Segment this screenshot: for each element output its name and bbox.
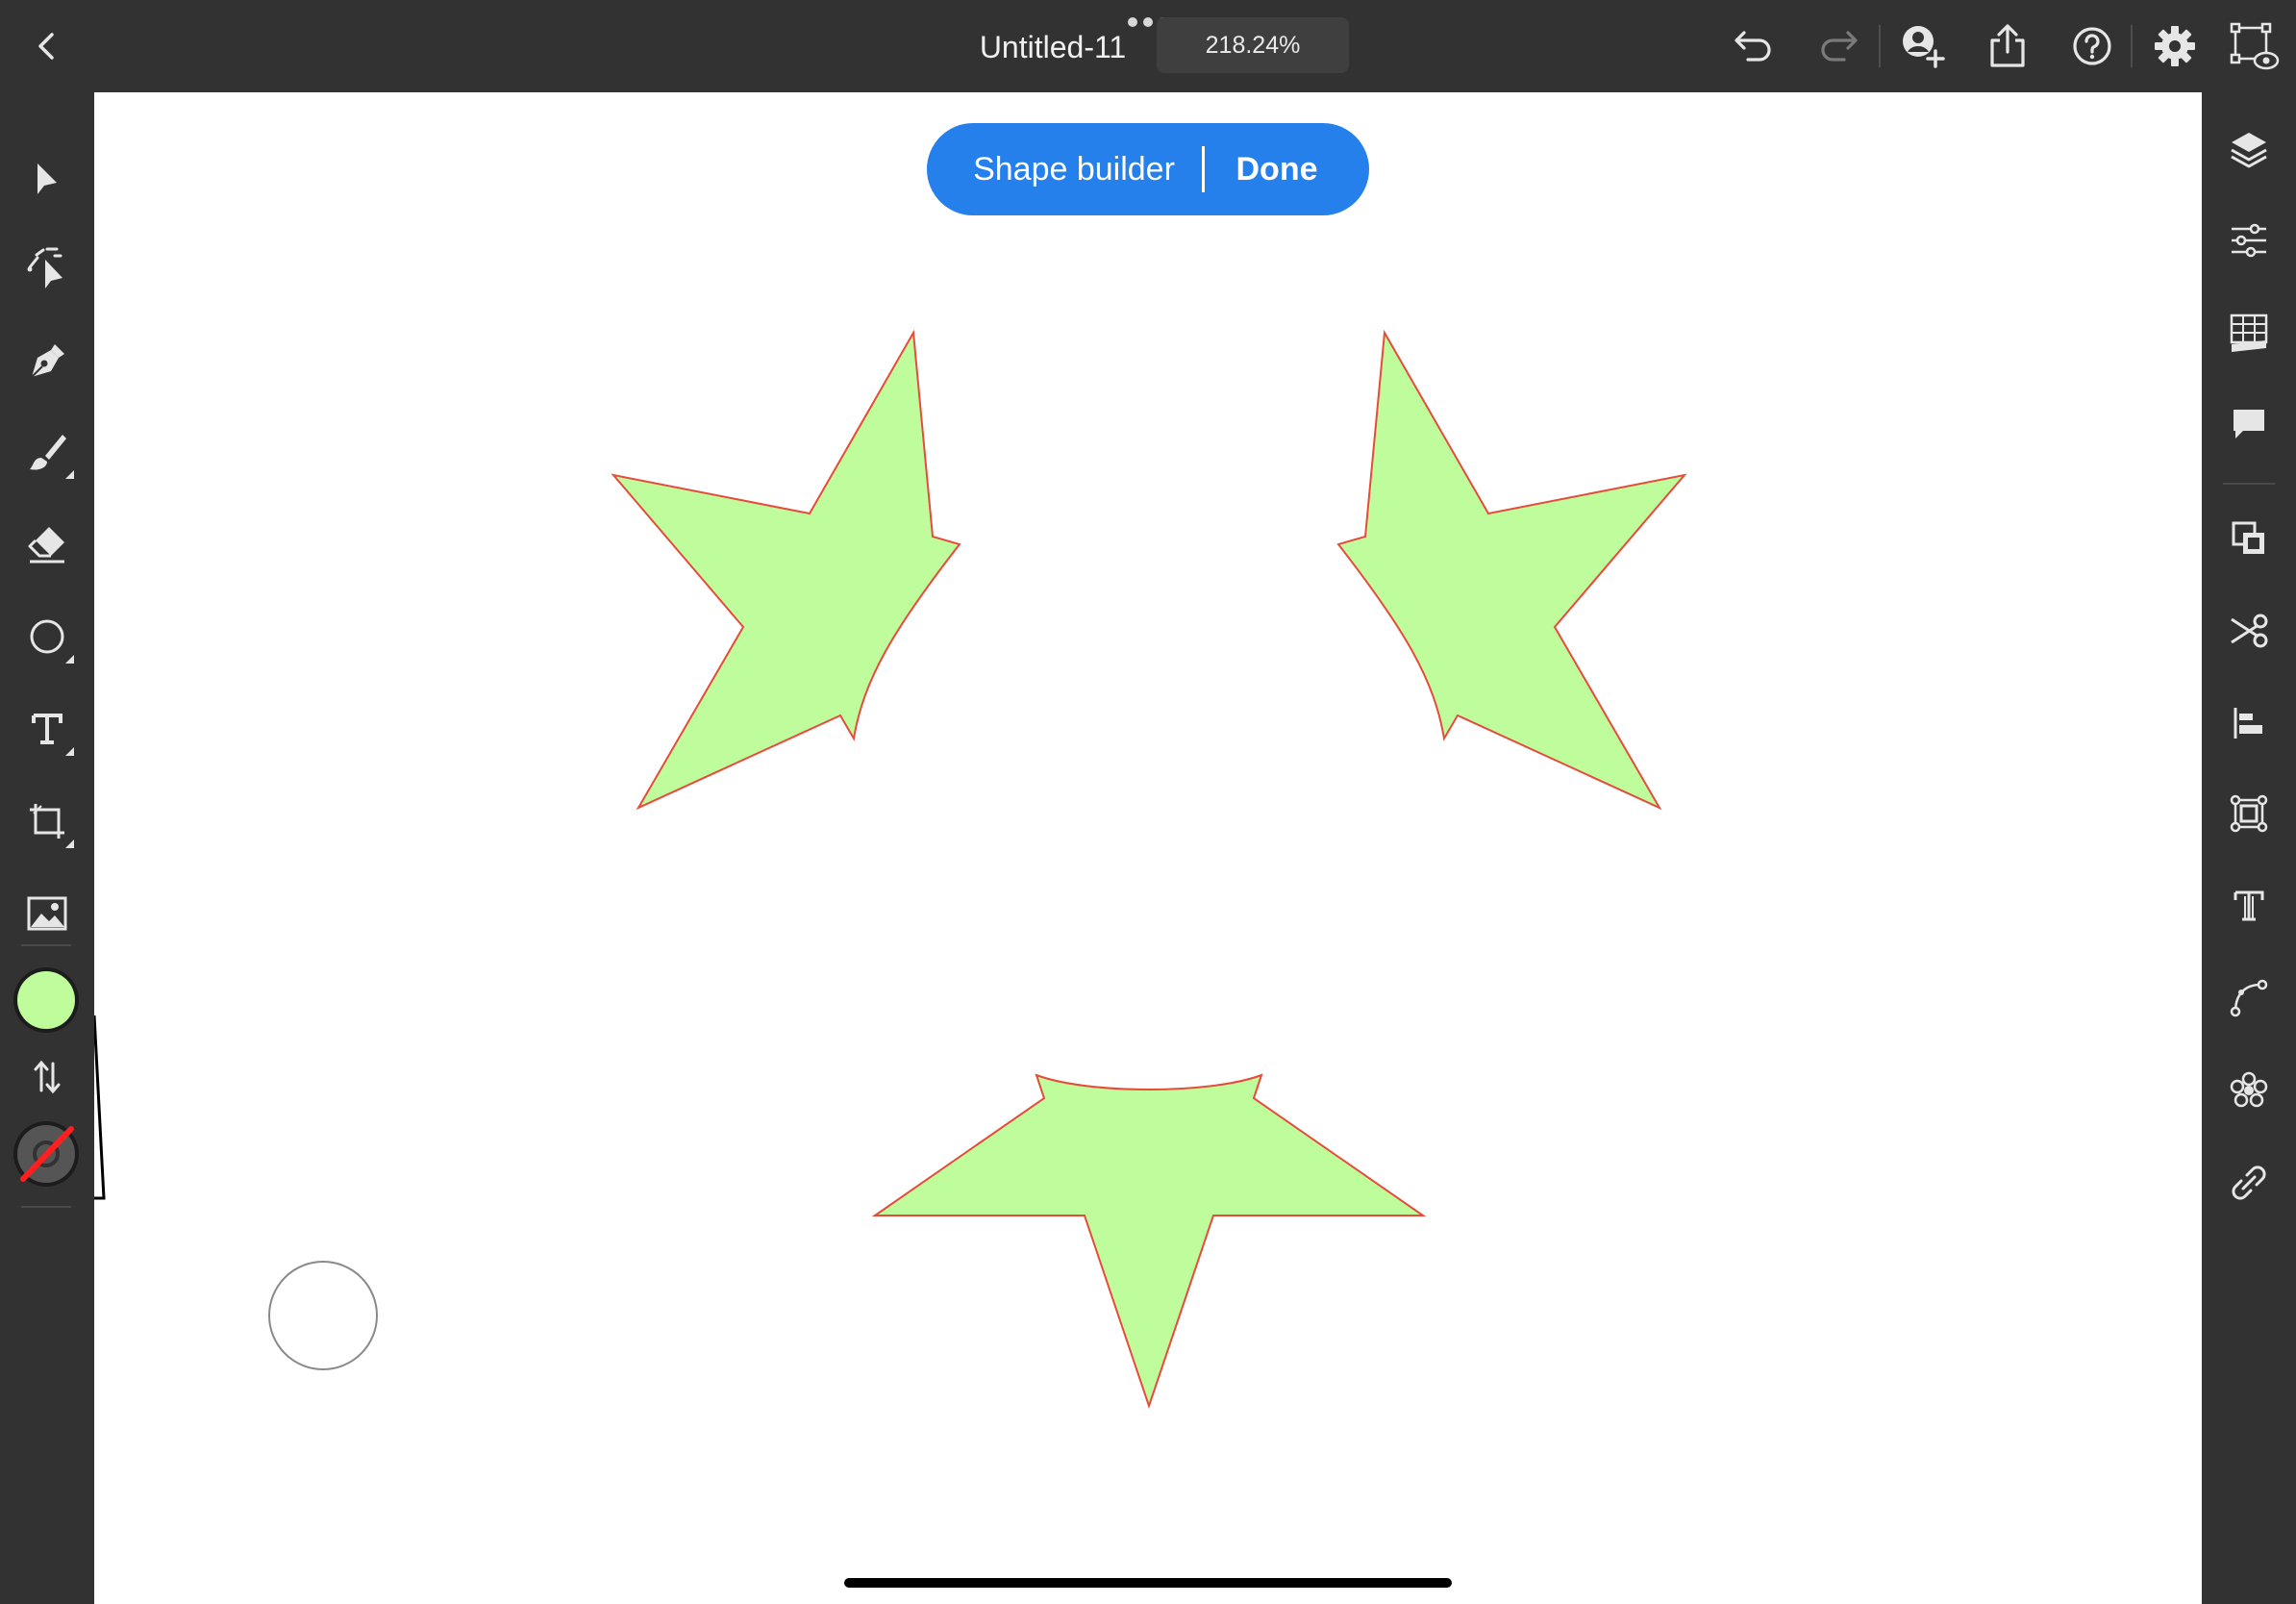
align-icon[interactable] bbox=[2220, 694, 2278, 752]
left-toolbar bbox=[0, 92, 94, 1604]
right-panel bbox=[2202, 92, 2296, 1604]
artwork-layer bbox=[94, 329, 1687, 1410]
comments-icon[interactable] bbox=[2220, 396, 2278, 454]
divider bbox=[2131, 25, 2133, 67]
back-icon[interactable] bbox=[25, 25, 67, 67]
redo-icon[interactable] bbox=[1815, 23, 1861, 69]
path-icon[interactable] bbox=[2220, 969, 2278, 1027]
fill-color-swatch[interactable] bbox=[13, 967, 79, 1033]
swap-fill-stroke-icon[interactable] bbox=[18, 1048, 76, 1106]
divider bbox=[21, 1206, 71, 1208]
edge-marker bbox=[94, 1015, 106, 1200]
divider bbox=[1879, 25, 1881, 67]
arrange-icon[interactable] bbox=[2220, 510, 2278, 567]
layers-icon[interactable] bbox=[2220, 121, 2278, 179]
touch-indicator bbox=[268, 1261, 378, 1370]
submenu-indicator bbox=[65, 747, 74, 756]
brush-icon[interactable] bbox=[18, 423, 76, 481]
help-icon[interactable] bbox=[2069, 23, 2115, 69]
shape-builder-bar: Shape builder Done bbox=[927, 123, 1369, 215]
libraries-icon[interactable] bbox=[2220, 304, 2278, 362]
done-button[interactable]: Done bbox=[1205, 123, 1349, 215]
shape-builder-label: Shape builder bbox=[973, 151, 1175, 188]
divider bbox=[21, 944, 71, 946]
share-icon[interactable] bbox=[1984, 21, 2031, 71]
link-icon[interactable] bbox=[2220, 1154, 2278, 1212]
submenu-indicator bbox=[65, 470, 74, 479]
transform-icon[interactable] bbox=[2220, 785, 2278, 842]
artboard-canvas[interactable] bbox=[94, 92, 2202, 1604]
shape-piece-left[interactable] bbox=[611, 329, 961, 811]
stroke-color-swatch[interactable] bbox=[12, 1119, 81, 1189]
settings-icon[interactable] bbox=[2152, 23, 2198, 69]
crop-icon[interactable] bbox=[18, 792, 76, 850]
scissors-icon[interactable] bbox=[2220, 602, 2278, 660]
divider bbox=[2223, 483, 2275, 485]
type-panel-icon[interactable] bbox=[2220, 877, 2278, 935]
eraser-icon[interactable] bbox=[18, 515, 76, 573]
image-icon[interactable] bbox=[18, 885, 76, 942]
top-bar: Untitled-11 218.24% bbox=[0, 0, 2296, 92]
type-icon[interactable] bbox=[18, 700, 76, 758]
home-indicator bbox=[844, 1578, 1452, 1588]
submenu-indicator bbox=[65, 655, 74, 664]
ellipse-icon[interactable] bbox=[18, 608, 76, 665]
preview-icon[interactable] bbox=[2229, 21, 2281, 73]
shape-piece-right[interactable] bbox=[1336, 329, 1687, 811]
pen-icon[interactable] bbox=[18, 333, 76, 390]
shape-piece-bottom[interactable] bbox=[871, 1073, 1427, 1410]
selection-icon[interactable] bbox=[18, 150, 76, 208]
undo-icon[interactable] bbox=[1731, 23, 1777, 69]
submenu-indicator bbox=[65, 840, 74, 848]
direct-selection-icon[interactable] bbox=[18, 240, 76, 298]
document-title[interactable]: Untitled-11 bbox=[947, 27, 1159, 67]
properties-icon[interactable] bbox=[2220, 212, 2278, 269]
invite-icon[interactable] bbox=[1898, 21, 1948, 71]
repeat-icon[interactable] bbox=[2220, 1062, 2278, 1119]
zoom-level[interactable]: 218.24% bbox=[1157, 17, 1349, 73]
